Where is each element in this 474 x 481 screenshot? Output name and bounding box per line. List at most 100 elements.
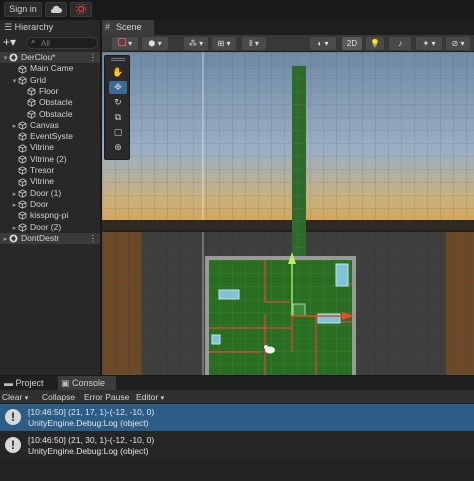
hierarchy-item[interactable]: ▸ Door (2) [0, 222, 100, 233]
hierarchy-item[interactable]: EventSyste [0, 131, 100, 142]
expand-arrow-icon[interactable]: ▸ [11, 189, 18, 199]
hierarchy-item[interactable]: Tresor [0, 165, 100, 176]
pivot-icon[interactable]: ⁂ ▾ [184, 37, 208, 50]
pillar-grid [292, 66, 306, 256]
move-tool-icon[interactable]: ✥ [109, 81, 127, 94]
audio-icon[interactable]: ♪ [389, 37, 411, 50]
hierarchy-search-input[interactable]: ⌕ All [26, 37, 98, 49]
cube-icon [18, 76, 27, 85]
hierarchy-item[interactable]: ▸ Door (1) [0, 187, 100, 199]
hierarchy-item[interactable]: ▸ Door [0, 199, 100, 210]
cube-icon [18, 189, 27, 198]
expand-arrow-icon[interactable]: ▸ [11, 200, 18, 210]
expand-arrow-icon[interactable]: ▸ [11, 121, 18, 131]
palette-drag-handle[interactable] [111, 58, 125, 61]
hierarchy-item-label: Main Came [30, 63, 74, 74]
tab-project[interactable]: ▬ Project [2, 376, 56, 390]
console-message[interactable]: ! [10:46:50] (21, 17, 1)-(-12, -10, 0) U… [0, 404, 474, 431]
hierarchy-panel: ☰ Hierarchy +▾ ⌕ All ▾ DerClou* ⋮ Main Came… [0, 20, 101, 375]
scene-toolbar: ▾ ⬢ ▾ ⁂ ▾ ⊞ ▾ ⦀ ▾ ◐ ▾ 2D 💡 ♪ ✦ ▾ ⊘ ▾ [102, 35, 474, 52]
scene-grid-icon: # [105, 22, 111, 32]
cube-icon [18, 155, 27, 164]
expand-arrow-icon[interactable]: ▸ [2, 234, 9, 244]
grid-snap-icon[interactable]: ⊞ ▾ [212, 37, 236, 50]
clear-button[interactable]: Clear ▾ [2, 390, 38, 404]
hierarchy-item-label: Vitrine [30, 142, 54, 153]
selected-object[interactable] [292, 303, 306, 317]
visibility-icon[interactable]: ⊘ ▾ [446, 37, 470, 50]
folder-icon: ▬ [4, 378, 13, 388]
vitrine-box [335, 263, 349, 287]
rotate-tool-icon[interactable]: ↻ [109, 96, 127, 109]
hierarchy-item[interactable]: kisspng-pi [0, 210, 100, 221]
scene-viewport[interactable] [102, 52, 474, 375]
hierarchy-item-label: Grid [30, 74, 47, 85]
hierarchy-item-label: Obstacle [39, 97, 73, 108]
hierarchy-item-label: Canvas [30, 119, 59, 130]
hierarchy-item[interactable]: Obstacle [0, 109, 100, 120]
add-icon[interactable]: +▾ [3, 36, 21, 49]
cube-icon [18, 200, 27, 209]
cloud-icon[interactable] [45, 2, 67, 17]
tool-palette: ✋ ✥ ↻ ⧉ ▢ ⊛ [104, 55, 130, 160]
console-message[interactable]: ! [10:46:50] (21, 30, 1)-(-12, -10, 0) U… [0, 432, 474, 459]
increment-snap-icon[interactable]: ⦀ ▾ [242, 37, 266, 50]
gizmo-cube-icon[interactable]: ⬢ ▾ [142, 37, 168, 50]
scene-canvas [102, 52, 474, 375]
hierarchy-item[interactable]: Vitrine (2) [0, 153, 100, 165]
hierarchy-item[interactable]: ▾ Grid [0, 74, 100, 86]
hierarchy-tab[interactable]: ☰ Hierarchy [0, 20, 100, 34]
console-messages: ! [10:46:50] (21, 17, 1)-(-12, -10, 0) U… [0, 404, 474, 481]
scene-tab-bar [102, 20, 474, 35]
hierarchy-scene-row[interactable]: ▾ DerClou* ⋮ [0, 52, 100, 63]
tab-console[interactable]: ▣ Console [58, 376, 116, 390]
cube-icon [27, 98, 36, 108]
hierarchy-item-label: Door (1) [30, 187, 62, 198]
hierarchy-item[interactable]: Main Came [0, 63, 100, 74]
unity-scene-icon [9, 53, 18, 62]
hierarchy-item-label: Vitrine (2) [30, 153, 67, 164]
scene-tab[interactable]: # Scene [102, 20, 154, 35]
toggle-2d-button[interactable]: 2D [342, 37, 362, 50]
hierarchy-item-label: kisspng-pi [30, 210, 69, 221]
hierarchy-item[interactable]: Vitrine [0, 142, 100, 153]
cube-icon [18, 132, 27, 141]
collab-icon[interactable] [70, 2, 92, 17]
vitrine-box [218, 289, 240, 300]
sign-in-button[interactable]: Sign in [4, 2, 42, 17]
kebab-menu-icon[interactable]: ⋮ [89, 233, 98, 244]
transform-tool-icon[interactable]: ⊛ [109, 141, 127, 154]
hierarchy-item[interactable]: Obstacle [0, 97, 100, 108]
rect-tool-icon[interactable]: ▢ [109, 126, 127, 139]
cube-icon [18, 177, 27, 187]
error-pause-button[interactable]: Error Pause [84, 390, 132, 404]
expand-arrow-icon[interactable]: ▾ [2, 53, 9, 63]
effects-icon[interactable]: ✦ ▾ [416, 37, 442, 50]
hierarchy-item-label: DerClou* [21, 52, 56, 62]
horizon [102, 220, 474, 232]
console-icon: ▣ [61, 378, 70, 388]
hierarchy-list-icon: ☰ [4, 22, 13, 32]
expand-arrow-icon[interactable]: ▸ [11, 223, 18, 233]
hierarchy-item-label: Vitrine [30, 176, 54, 187]
hierarchy-item[interactable]: Floor [0, 86, 100, 97]
cube-icon [18, 223, 27, 232]
shading-mode-icon[interactable]: ◐ ▾ [310, 37, 336, 50]
kebab-menu-icon[interactable]: ⋮ [89, 52, 98, 63]
scale-tool-icon[interactable]: ⧉ [109, 111, 127, 124]
info-icon: ! [5, 409, 21, 425]
expand-arrow-icon[interactable]: ▾ [11, 76, 18, 86]
hierarchy-item[interactable]: ▸ Canvas [0, 119, 100, 131]
lighting-icon[interactable]: 💡 [366, 37, 384, 50]
hierarchy-item-label: EventSyste [30, 131, 73, 142]
editor-dropdown[interactable]: Editor ▾ [136, 390, 172, 404]
chevron-down-icon: ▾ [160, 395, 165, 402]
hierarchy-item[interactable]: Vitrine [0, 176, 100, 187]
collapse-button[interactable]: Collapse [42, 390, 80, 404]
camera-icon [18, 64, 27, 74]
search-icon: ⌕ [31, 37, 36, 46]
info-icon: ! [5, 437, 21, 453]
hand-tool-icon[interactable]: ✋ [109, 66, 127, 79]
draw-mode-icon[interactable]: ▾ [112, 37, 138, 50]
hierarchy-scene-row[interactable]: ▸ DontDestr ⋮ [0, 232, 100, 244]
